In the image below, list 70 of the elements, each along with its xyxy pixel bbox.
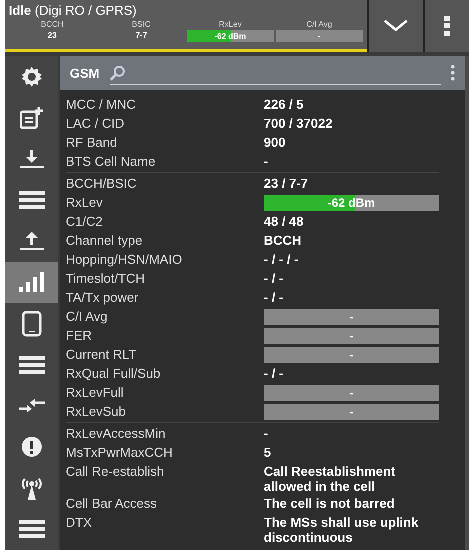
field-value: 48 / 48 [264, 213, 305, 229]
menu-icon [18, 520, 44, 538]
field-value: - [350, 386, 354, 400]
metric-label: BSIC [132, 20, 151, 30]
field-value: - [350, 404, 354, 418]
field-value: The MSs shall use uplink discontinuous [264, 514, 420, 545]
field-value: - / - / - [264, 251, 300, 267]
field-value: BCCH [264, 232, 303, 248]
metric-value: 23 [48, 30, 57, 42]
field-label: RxLevSub [66, 403, 127, 421]
menu-icon [18, 191, 44, 210]
field-value: 900 [264, 134, 287, 150]
alert-icon [20, 436, 42, 458]
field-label: TA/Tx power [66, 289, 140, 307]
field-value: 5 [264, 444, 272, 460]
metric-value: - [318, 32, 321, 40]
field-value: Call Reestablishment allowed in the cell [264, 463, 396, 494]
expand-button[interactable] [367, 0, 423, 52]
upload-icon [20, 231, 44, 252]
add-note-icon [20, 106, 44, 129]
field-label: C/I Avg [66, 308, 109, 326]
field-label: LAC / CID [66, 115, 126, 133]
field-value: - [264, 425, 270, 441]
field-label: Call Re-establish [66, 463, 166, 481]
field-label: RxQual Full/Sub [66, 365, 162, 383]
kebab-icon [444, 16, 450, 36]
metric-label: BCCH [41, 20, 64, 30]
field-label: MCC / MNC [66, 96, 138, 114]
field-label: Hopping/HSN/MAIO [66, 251, 184, 269]
sidebar-item[interactable] [5, 262, 58, 304]
download-icon [20, 148, 44, 169]
arrows-icon [18, 398, 44, 414]
field-value: - / - [264, 289, 284, 305]
kebab-icon[interactable] [451, 65, 455, 81]
field-label: Cell Bar Access [66, 495, 158, 513]
field-value: - / - [264, 365, 284, 381]
metric-label: RxLev [219, 20, 242, 30]
field-label: FER [66, 327, 93, 345]
field-value: 23 / 7-7 [264, 175, 310, 191]
field-value: 700 / 37022 [264, 115, 334, 131]
panel-title: GSM [70, 66, 100, 80]
field-value: The cell is not barred [264, 495, 396, 511]
field-label: C1/C2 [66, 213, 104, 231]
field-label: DTX [66, 514, 93, 532]
field-value: - / - [264, 270, 284, 286]
field-value: 226 / 5 [264, 96, 305, 112]
metric-value: 7-7 [136, 30, 148, 42]
menu-button[interactable] [423, 0, 469, 52]
field-value: - [350, 310, 354, 324]
field-value: - [264, 153, 270, 169]
search-icon [110, 64, 126, 80]
field-label: RxLevFull [66, 384, 125, 402]
field-label: RF Band [66, 134, 118, 152]
gear-icon [20, 66, 42, 88]
metric-label: C/I Avg [306, 20, 332, 30]
menu-icon [18, 356, 44, 374]
field-label: MsTxPwrMaxCCH [66, 444, 174, 462]
phone-icon [22, 310, 42, 337]
field-value: - [350, 328, 354, 342]
chevron-down-icon [383, 19, 409, 33]
field-label: Timeslot/TCH [66, 270, 146, 288]
field-label: Current RLT [66, 346, 138, 364]
connection-title: Idle (Digi RO / GPRS) [9, 2, 138, 19]
field-label: Channel type [66, 232, 144, 250]
field-value: - [350, 348, 354, 362]
field-label: BCCH/BSIC [66, 175, 138, 193]
signal-bars-icon [18, 272, 44, 292]
field-label: RxLev [66, 194, 104, 212]
field-label: BTS Cell Name [66, 153, 157, 171]
field-label: RxLevAccessMin [66, 425, 167, 443]
